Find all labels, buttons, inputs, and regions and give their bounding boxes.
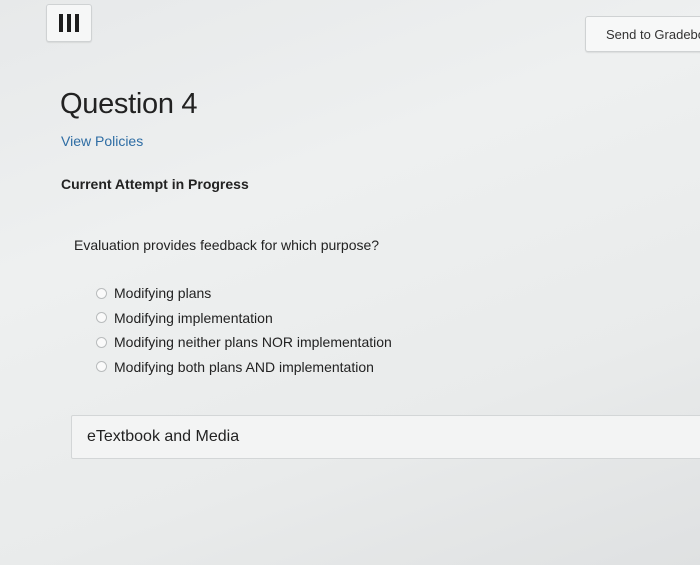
answer-option-label: Modifying plans [114, 285, 212, 302]
etextbook-media-panel[interactable]: eTextbook and Media [71, 415, 700, 459]
top-bar: Send to Gradebo [0, 0, 700, 62]
answer-option-label: Modifying both plans AND implementation [114, 358, 374, 375]
radio-button[interactable] [96, 312, 107, 324]
answer-option-label: Modifying implementation [114, 309, 273, 326]
answer-option[interactable]: Modifying plans [96, 281, 392, 306]
hamburger-menu-icon [59, 14, 79, 32]
radio-button[interactable] [96, 336, 107, 348]
answer-option[interactable]: Modifying implementation [96, 306, 392, 331]
attempt-status: Current Attempt in Progress [61, 176, 249, 192]
radio-button[interactable] [96, 287, 107, 299]
view-policies-link[interactable]: View Policies [61, 133, 143, 149]
answer-options: Modifying plans Modifying implementation… [96, 281, 392, 379]
question-prompt: Evaluation provides feedback for which p… [74, 237, 380, 253]
menu-button[interactable] [46, 4, 92, 42]
radio-button[interactable] [96, 361, 107, 373]
answer-option-label: Modifying neither plans NOR implementati… [114, 334, 392, 351]
question-title: Question 4 [60, 88, 198, 120]
answer-option[interactable]: Modifying both plans AND implementation [96, 355, 392, 380]
send-to-gradebook-button[interactable]: Send to Gradebo [585, 16, 700, 52]
answer-option[interactable]: Modifying neither plans NOR implementati… [96, 330, 392, 355]
